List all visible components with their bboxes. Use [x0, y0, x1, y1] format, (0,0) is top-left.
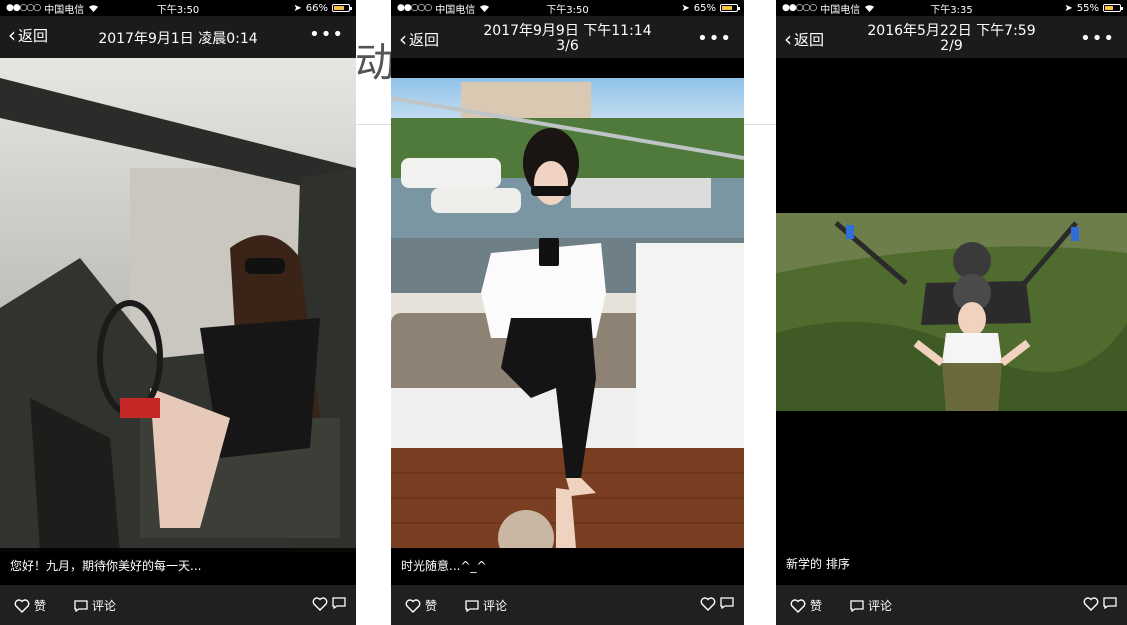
comment-icon [74, 599, 88, 612]
like-count-icon[interactable] [1083, 597, 1099, 611]
location-icon: ➤ [681, 2, 690, 14]
like-button[interactable]: 赞 [790, 597, 822, 614]
phone-screen-2: ●●○○○ 中国电信 下午3:50 ➤ 65% ‹ 返回 2017年9月9日 下… [391, 0, 744, 625]
comment-icon [465, 599, 479, 612]
action-bar: 赞 评论 [776, 585, 1127, 625]
comment-button[interactable]: 评论 [850, 597, 892, 614]
battery-icon [1103, 4, 1123, 12]
heart-icon [405, 598, 421, 613]
photo[interactable] [391, 78, 744, 548]
nav-bar: ‹ 返回 2017年9月9日 下午11:14 3/6 ••• [391, 16, 744, 58]
comment-icon [850, 599, 864, 612]
signal-icon: ●●○○○ [397, 3, 432, 13]
heart-icon [790, 598, 806, 613]
comment-button[interactable]: 评论 [74, 597, 116, 614]
more-options-icon[interactable]: ••• [1080, 28, 1115, 49]
photo-caption: 您好！九月，期待你美好的每一天... [0, 548, 356, 582]
like-count-icon[interactable] [700, 597, 716, 611]
nav-title: 2017年9月9日 下午11:14 [483, 23, 652, 39]
phone-screen-1: ●●○○○ 中国电信 下午3:50 ➤ 66% ‹ 返回 2017年9月1日 凌… [0, 0, 356, 625]
carrier-label: 中国电信 [44, 4, 85, 16]
action-bar: 赞 评论 [0, 585, 356, 625]
comment-label: 评论 [92, 599, 117, 613]
heart-icon [14, 598, 30, 613]
location-icon: ➤ [293, 2, 302, 14]
comment-label: 评论 [868, 599, 893, 613]
wifi-icon [88, 4, 99, 12]
comment-label: 评论 [483, 599, 508, 613]
like-label: 赞 [34, 599, 47, 613]
clock: 下午3:50 [546, 4, 589, 16]
comment-count-icon[interactable] [332, 597, 346, 611]
like-button[interactable]: 赞 [14, 597, 46, 614]
action-bar: 赞 评论 [391, 585, 744, 625]
more-options-icon[interactable]: ••• [697, 28, 732, 49]
divider [356, 124, 391, 125]
clock: 下午3:35 [930, 4, 973, 16]
background-text: 动 [355, 40, 395, 86]
divider [744, 124, 776, 125]
photo-counter: 2/9 [940, 38, 963, 54]
battery-percent: 55% [1076, 2, 1099, 14]
photo[interactable] [0, 58, 356, 552]
battery-percent: 66% [305, 2, 329, 14]
carrier-label: 中国电信 [820, 4, 861, 16]
battery-icon [332, 4, 353, 12]
nav-bar: ‹ 返回 2017年9月1日 凌晨0:14 ••• [0, 16, 356, 58]
photo-counter: 3/6 [556, 38, 579, 54]
phone-screen-3: ●●○○○ 中国电信 下午3:35 ➤ 55% ‹ 返回 2016年5月22日 … [776, 0, 1127, 625]
nav-title: 2016年5月22日 下午7:59 [867, 23, 1036, 39]
like-label: 赞 [810, 599, 823, 613]
comment-count-icon[interactable] [720, 597, 734, 611]
signal-icon: ●●○○○ [6, 3, 41, 13]
nav-bar: ‹ 返回 2016年5月22日 下午7:59 2/9 ••• [776, 16, 1127, 58]
photo-caption: 时光随意...^_^ [391, 548, 744, 582]
like-label: 赞 [425, 599, 438, 613]
wifi-icon [479, 4, 490, 12]
clock: 下午3:50 [156, 4, 200, 16]
status-bar: ●●○○○ 中国电信 下午3:50 ➤ 66% [0, 0, 356, 16]
more-options-icon[interactable]: ••• [309, 24, 344, 45]
photo-caption: 新学的 排序 [776, 546, 1127, 580]
photo[interactable] [776, 213, 1127, 411]
battery-icon [720, 4, 741, 12]
comment-count-icon[interactable] [1103, 597, 1117, 611]
comment-button[interactable]: 评论 [465, 597, 507, 614]
signal-icon: ●●○○○ [782, 3, 817, 13]
carrier-label: 中国电信 [435, 4, 476, 16]
status-bar: ●●○○○ 中国电信 下午3:35 ➤ 55% [776, 0, 1127, 16]
nav-title: 2017年9月1日 凌晨0:14 [98, 31, 258, 47]
like-count-icon[interactable] [312, 597, 328, 611]
wifi-icon [864, 4, 875, 12]
battery-percent: 65% [693, 2, 717, 14]
like-button[interactable]: 赞 [405, 597, 437, 614]
status-bar: ●●○○○ 中国电信 下午3:50 ➤ 65% [391, 0, 744, 16]
location-icon: ➤ [1064, 2, 1073, 14]
